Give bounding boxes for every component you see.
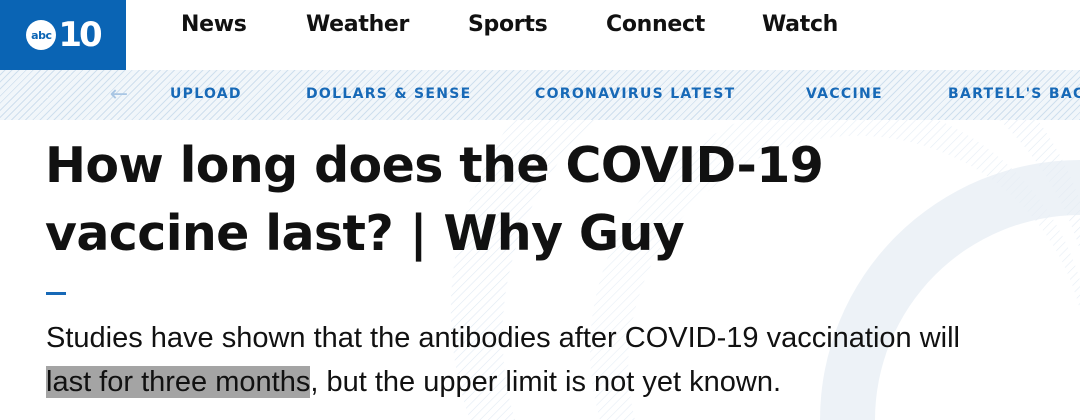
subnav-item-bartells[interactable]: BARTELL'S BAC — [948, 86, 1080, 102]
article-summary: Studies have shown that the antibodies a… — [46, 316, 1080, 404]
nav-item-sports[interactable]: Sports — [468, 12, 548, 37]
nav-item-connect[interactable]: Connect — [606, 12, 705, 37]
nav-item-weather[interactable]: Weather — [306, 12, 409, 37]
abc-logo-mark: abc — [26, 20, 57, 50]
headline-accent-rule — [46, 292, 66, 295]
subnav-item-coronavirus-latest[interactable]: CORONAVIRUS LATEST — [535, 86, 735, 102]
subnav-item-vaccine[interactable]: VACCINE — [806, 86, 883, 102]
summary-highlight: last for three months — [46, 366, 311, 398]
top-navigation: abc 10 News Weather Sports Connect Watch — [0, 0, 1080, 70]
summary-line-1: Studies have shown that the antibodies a… — [46, 322, 960, 354]
sub-navigation: ← UPLOAD DOLLARS & SENSE CORONAVIRUS LAT… — [0, 70, 1080, 120]
headline-line-1: How long does the COVID-19 — [45, 137, 824, 194]
page: abc 10 News Weather Sports Connect Watch… — [0, 0, 1080, 420]
headline-line-2: vaccine last? | Why Guy — [45, 205, 685, 262]
nav-item-news[interactable]: News — [181, 12, 247, 37]
subnav-item-upload[interactable]: UPLOAD — [170, 86, 242, 102]
subnav-item-dollars-and-sense[interactable]: DOLLARS & SENSE — [306, 86, 472, 102]
summary-rest: , but the upper limit is not yet known. — [310, 366, 782, 398]
arrow-left-icon[interactable]: ← — [106, 82, 132, 108]
logo-channel-number: 10 — [58, 15, 102, 55]
article-headline: How long does the COVID-19 vaccine last?… — [45, 132, 1005, 268]
abc10-logo[interactable]: abc 10 — [0, 0, 126, 70]
nav-item-watch[interactable]: Watch — [762, 12, 838, 37]
